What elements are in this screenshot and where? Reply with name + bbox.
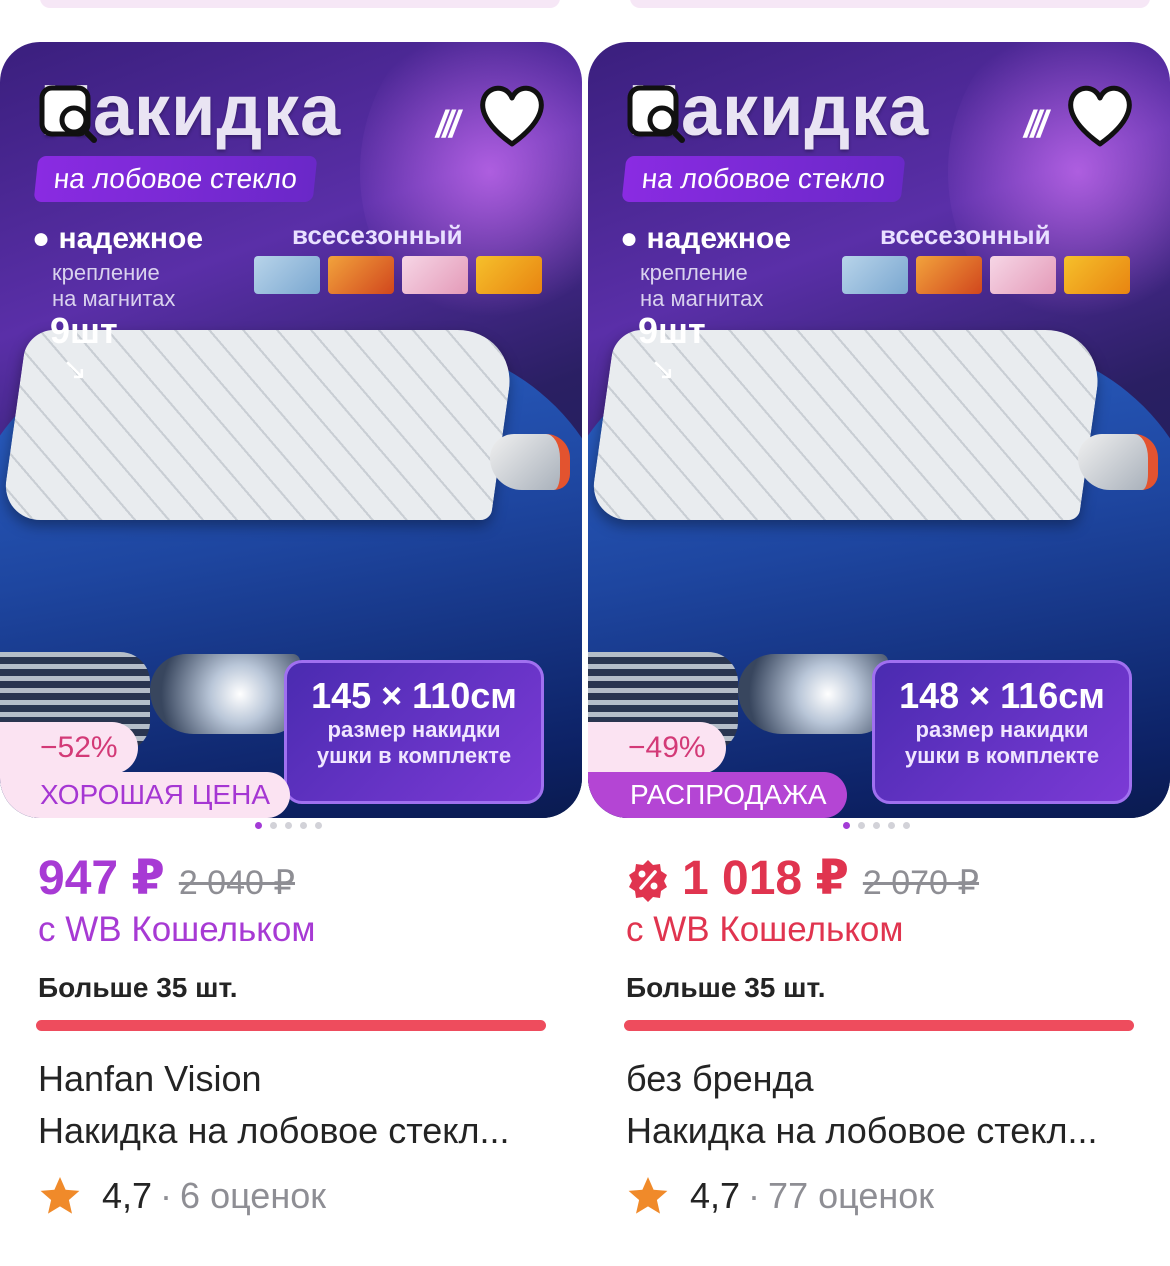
season-tiles <box>842 256 1130 294</box>
rating-value: 4,7 <box>102 1175 153 1216</box>
size-dimensions: 145 × 110см <box>311 675 517 716</box>
rating-row[interactable]: 4,7 · 77 оценок <box>626 1174 934 1218</box>
stock-bar <box>36 1020 546 1031</box>
rating-row[interactable]: 4,7 · 6 оценок <box>38 1174 326 1218</box>
size-info-box: 145 × 110см размер накидки ушки в компле… <box>284 660 544 804</box>
price-row: 947 ₽ 2 040 ₽ <box>38 850 295 910</box>
feature-line: крепление <box>52 260 160 285</box>
size-caption: ушки в комплекте <box>316 743 512 768</box>
size-dimensions: 148 × 116см <box>899 675 1105 716</box>
price-row: 1 018 ₽ 2 070 ₽ <box>626 850 979 910</box>
discount-badge: −49% <box>588 722 726 774</box>
separator: · <box>748 1175 761 1216</box>
sale-label-badge: РАСПРОДАЖА <box>588 772 847 818</box>
product-card[interactable]: Накидка /// на лобовое стекло ● надежное… <box>0 42 582 1266</box>
feature-count: 9шт <box>638 310 706 351</box>
season-tiles <box>254 256 542 294</box>
product-photo[interactable]: Накидка /// на лобовое стекло ● надежное… <box>0 42 582 818</box>
stock-bar <box>624 1020 1134 1031</box>
arrow-down-right-icon: ↘ <box>62 353 88 386</box>
product-card[interactable]: Накидка /// на лобовое стекло ● надежное… <box>588 42 1170 1266</box>
heart-icon[interactable] <box>474 78 550 154</box>
previous-row-edge <box>0 0 1170 8</box>
photo-subtitle: на лобовое стекло <box>33 156 318 202</box>
season-label: всесезонный <box>880 220 1051 250</box>
reviews-count: 6 оценок <box>180 1175 326 1216</box>
photo-subtitle: на лобовое стекло <box>621 156 906 202</box>
feature-title: ● надежное <box>620 222 792 255</box>
feature-line: крепление <box>640 260 748 285</box>
price: 947 ₽ <box>38 852 165 905</box>
percent-badge-icon <box>629 860 667 902</box>
reviews-count: 77 оценок <box>768 1175 935 1216</box>
separator: · <box>160 1175 173 1216</box>
brand-name: Hanfan Vision <box>38 1058 262 1099</box>
size-caption: размер накидки <box>915 717 1089 742</box>
feature-line: на магнитах <box>52 286 176 311</box>
old-price: 2 070 ₽ <box>862 864 980 902</box>
arrow-down-right-icon: ↘ <box>650 353 676 386</box>
feature-title: ● надежное <box>32 222 204 255</box>
product-photo[interactable]: Накидка /// на лобовое стекло ● надежное… <box>588 42 1170 818</box>
product-name[interactable]: Накидка на лобовое стекл... <box>38 1110 558 1152</box>
decor-slashes: /// <box>1024 104 1048 146</box>
search-photo-icon[interactable] <box>36 82 102 148</box>
feature-count: 9шт <box>50 310 118 351</box>
old-price: 2 040 ₽ <box>178 864 295 902</box>
search-photo-icon[interactable] <box>624 82 690 148</box>
stock-count: Больше 35 шт. <box>38 972 238 1003</box>
decor-slashes: /// <box>436 104 460 146</box>
star-icon <box>40 1177 80 1214</box>
stock-count: Больше 35 шт. <box>626 972 826 1003</box>
size-caption: размер накидки <box>327 717 501 742</box>
size-info-box: 148 × 116см размер накидки ушки в компле… <box>872 660 1132 804</box>
wallet-note: с WB Кошельком <box>626 910 904 949</box>
heart-icon[interactable] <box>1062 78 1138 154</box>
size-caption: ушки в комплекте <box>904 743 1100 768</box>
wallet-note: с WB Кошельком <box>38 910 316 949</box>
price-label-badge: ХОРОШАЯ ЦЕНА <box>0 772 290 818</box>
price: 1 018 ₽ <box>682 852 849 905</box>
discount-badge: −52% <box>0 722 138 774</box>
brand-name: без бренда <box>626 1058 814 1099</box>
carousel-dots[interactable] <box>255 822 322 829</box>
season-label: всесезонный <box>292 220 463 250</box>
product-name[interactable]: Накидка на лобовое стекл... <box>626 1110 1146 1152</box>
feature-line: на магнитах <box>640 286 764 311</box>
carousel-dots[interactable] <box>843 822 910 829</box>
star-icon <box>628 1177 668 1214</box>
rating-value: 4,7 <box>690 1175 741 1216</box>
